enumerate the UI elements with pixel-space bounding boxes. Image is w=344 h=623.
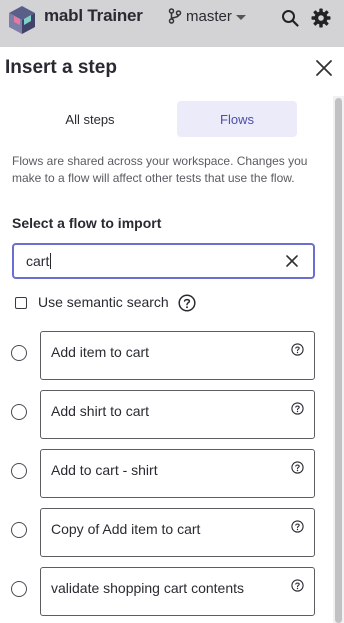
clear-icon[interactable] — [285, 254, 299, 268]
panel-title: Insert a step — [5, 57, 117, 78]
semantic-search-checkbox[interactable] — [15, 297, 27, 309]
tab-all-steps[interactable]: All steps — [30, 101, 150, 137]
flows-description: Flows are shared across your workspace. … — [12, 154, 308, 185]
gear-icon[interactable] — [311, 8, 331, 28]
flow-name: validate shopping cart contents — [51, 580, 245, 596]
help-icon[interactable] — [291, 402, 304, 415]
flow-card[interactable]: Copy of Add item to cart — [40, 508, 315, 557]
git-branch-icon[interactable] — [168, 8, 182, 24]
mabl-logo-icon — [9, 6, 35, 34]
flow-card[interactable]: Add to cart - shirt — [40, 449, 315, 498]
search-icon[interactable] — [281, 9, 299, 27]
flow-search-input[interactable]: cart — [12, 243, 315, 279]
semantic-search-label[interactable]: Use semantic search — [38, 294, 169, 310]
flow-radio[interactable] — [11, 581, 27, 597]
search-input-text[interactable]: cart — [26, 253, 52, 269]
close-icon[interactable] — [315, 59, 333, 77]
chevron-down-icon[interactable] — [236, 15, 246, 20]
flow-name: Add item to cart — [51, 344, 150, 360]
text-cursor — [50, 253, 52, 269]
flow-radio[interactable] — [11, 404, 27, 420]
flow-card[interactable]: validate shopping cart contents — [40, 567, 315, 616]
scrollbar-thumb[interactable] — [335, 98, 342, 623]
flow-radio[interactable] — [11, 463, 27, 479]
help-icon[interactable] — [291, 343, 304, 356]
flow-card[interactable]: Add shirt to cart — [40, 390, 315, 439]
select-flow-label: Select a flow to import — [12, 215, 162, 231]
tab-flows[interactable]: Flows — [177, 101, 297, 137]
flow-card[interactable]: Add item to cart — [40, 331, 315, 380]
help-icon[interactable] — [291, 461, 304, 474]
help-icon[interactable] — [178, 294, 196, 312]
flow-radio[interactable] — [11, 345, 27, 361]
help-icon[interactable] — [291, 520, 304, 533]
help-icon[interactable] — [291, 579, 304, 592]
flow-name: Add shirt to cart — [51, 403, 150, 419]
branch-selector[interactable]: master — [186, 8, 232, 25]
top-bar: mabl Trainer master — [0, 0, 344, 47]
flow-name: Copy of Add item to cart — [51, 521, 201, 537]
flow-radio[interactable] — [11, 522, 27, 538]
app-title: mabl Trainer — [44, 6, 143, 25]
flow-name: Add to cart - shirt — [51, 462, 158, 478]
